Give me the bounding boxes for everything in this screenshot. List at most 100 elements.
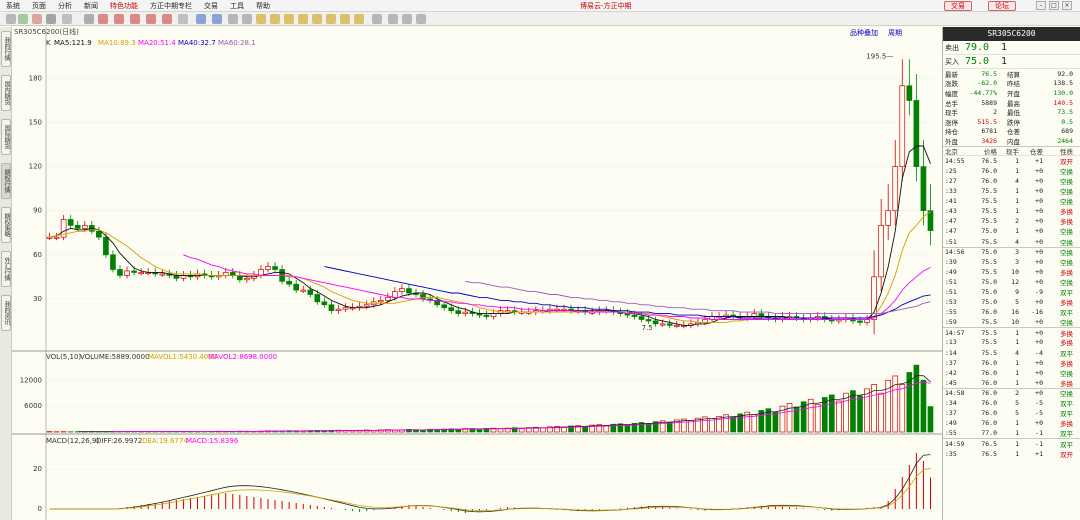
toolbar-tool-icon[interactable] [402, 14, 412, 24]
tick-row[interactable]: :47 75.0 1 +0 空换 [943, 226, 1080, 236]
toolbar-tool-icon[interactable] [46, 14, 56, 24]
forum-button[interactable]: 论坛 [988, 1, 1016, 11]
tick-row[interactable]: :37 76.0 5 -5 双平 [943, 408, 1080, 418]
toolbar-tool-icon[interactable] [18, 14, 28, 24]
tick-row[interactable]: :14 75.5 4 -4 双平 [943, 348, 1080, 358]
toolbar-tool-icon[interactable] [84, 14, 94, 24]
tick-row[interactable]: :49 76.0 1 +0 多换 [943, 418, 1080, 428]
tick-row[interactable]: 14:58 76.0 2 +0 空换 [943, 387, 1080, 398]
menu-item-7[interactable]: 工具 [224, 1, 250, 11]
tick-t: :55 [945, 429, 957, 438]
tick-row[interactable]: :45 76.0 1 +0 多换 [943, 378, 1080, 388]
toolbar-tool-icon[interactable] [130, 14, 140, 24]
tick-row[interactable]: :51 75.0 12 +0 空换 [943, 277, 1080, 287]
toolbar-tool-icon[interactable] [32, 14, 42, 24]
toolbar-tool-icon[interactable] [340, 14, 350, 24]
toolbar-tool-icon[interactable] [162, 14, 172, 24]
left-tab-0[interactable]: 我的行情 [1, 31, 11, 67]
tick-row[interactable]: :49 75.5 10 +0 多换 [943, 267, 1080, 277]
close-icon[interactable]: × [1062, 1, 1072, 10]
toolbar-tool-icon[interactable] [242, 14, 252, 24]
left-tab-4[interactable]: 期权策略 [1, 207, 11, 243]
menu-item-0[interactable]: 系统 [0, 1, 26, 11]
menu-item-5[interactable]: 方正中期专栏 [144, 1, 198, 11]
tick-row[interactable]: :43 75.5 1 +0 多换 [943, 206, 1080, 216]
candle-body [258, 269, 264, 276]
tick-row[interactable]: 14:59 76.5 1 -1 双平 [943, 438, 1080, 449]
menu-item-6[interactable]: 交易 [198, 1, 224, 11]
tick-row[interactable]: :53 75.0 5 +0 多换 [943, 297, 1080, 307]
toolbar-tool-icon[interactable] [256, 14, 266, 24]
tick-row[interactable]: 14:57 75.5 1 +0 多换 [943, 327, 1080, 338]
toolbar-tool-icon[interactable] [416, 14, 426, 24]
menu-item-1[interactable]: 页面 [26, 1, 52, 11]
tick-row[interactable]: :39 75.5 3 +0 空换 [943, 257, 1080, 267]
trade-button[interactable]: 交易 [944, 1, 972, 11]
toolbar-tool-icon[interactable] [146, 14, 156, 24]
tick-row[interactable]: :33 75.5 1 +0 空换 [943, 186, 1080, 196]
menu-item-8[interactable]: 帮助 [250, 1, 276, 11]
candle-body [920, 166, 927, 212]
left-tab-1[interactable]: 国内期货 [1, 75, 11, 111]
sell-price: 79.0 [965, 42, 990, 53]
tick-o: +0 [1035, 328, 1043, 337]
toolbar-tool-icon[interactable] [270, 14, 280, 24]
tick-row[interactable]: :37 76.0 1 +0 多换 [943, 358, 1080, 368]
tick-row[interactable]: :55 77.0 1 -1 双平 [943, 428, 1080, 438]
toolbar-tool-icon[interactable] [228, 14, 238, 24]
stat-row: 总手 5889 最高 140.5 [943, 98, 1080, 108]
candle-body [892, 166, 899, 212]
tick-row[interactable]: :13 75.5 1 +0 多换 [943, 337, 1080, 347]
toolbar-tool-icon[interactable] [114, 14, 124, 24]
toolbar-tool-icon[interactable] [212, 14, 222, 24]
tick-t: :51 [945, 288, 957, 297]
tick-row[interactable]: :25 76.0 1 +0 空换 [943, 166, 1080, 176]
tick-row[interactable]: :34 76.0 5 -5 双平 [943, 398, 1080, 408]
tick-row[interactable]: :55 76.0 16 -16 双平 [943, 307, 1080, 317]
buy-row[interactable]: 买入 75.0 1 [943, 55, 1080, 69]
stat-v2: 138.5 [1053, 79, 1073, 88]
toolbar-tool-icon[interactable] [178, 14, 188, 24]
tick-v: 4 [1015, 348, 1019, 357]
maximize-icon[interactable]: □ [1049, 1, 1059, 10]
toolbar-tool-icon[interactable] [196, 14, 206, 24]
tick-p: 76.0 [981, 409, 997, 418]
tick-row[interactable]: :42 76.0 1 +0 空换 [943, 368, 1080, 378]
tick-row[interactable]: :51 75.0 9 -9 双平 [943, 287, 1080, 297]
toolbar-tool-icon[interactable] [284, 14, 294, 24]
sell-row[interactable]: 卖出 79.0 1 [943, 41, 1080, 55]
tick-row[interactable]: :51 75.5 4 +0 空换 [943, 237, 1080, 247]
tick-list[interactable]: 14:55 76.5 1 +1 双开:25 76.0 1 +0 空换:27 76.0 4 +0 空换:3… [943, 156, 1080, 459]
candle-body [229, 272, 236, 276]
stat-l2: 内盘 [1007, 137, 1020, 146]
tick-row[interactable]: :59 75.5 10 +0 空换 [943, 317, 1080, 327]
minimize-icon[interactable]: – [1036, 1, 1046, 10]
tick-row[interactable]: 14:55 76.5 1 +1 双开 [943, 156, 1080, 166]
chart-svg[interactable]: SR305C6200(日线) 品种叠加 周期K MA5:121.9 MA10:89.3 M… [12, 27, 942, 520]
tick-row[interactable]: :41 75.5 1 +0 空换 [943, 196, 1080, 206]
stat-v1: 5889 [981, 98, 997, 107]
tick-row[interactable]: 14:56 75.0 3 +0 空换 [943, 246, 1080, 257]
left-tab-3[interactable]: 期权行情 [1, 163, 11, 199]
menu-item-4[interactable]: 特色功能 [104, 1, 144, 11]
toolbar-tool-icon[interactable] [372, 14, 382, 24]
toolbar-tool-icon[interactable] [62, 14, 72, 24]
left-tab-6[interactable]: 我的资讯 [1, 295, 11, 331]
sell-label: 卖出 [945, 43, 959, 52]
toolbar-tool-icon[interactable] [6, 14, 16, 24]
toolbar-tool-icon[interactable] [298, 14, 308, 24]
left-tab-5[interactable]: 外汇行情 [1, 251, 11, 287]
menu-item-3[interactable]: 新闻 [78, 1, 104, 11]
tick-row[interactable]: :47 75.5 2 +0 多换 [943, 216, 1080, 226]
toolbar-tool-icon[interactable] [326, 14, 336, 24]
left-tab-2[interactable]: 国际期货 [1, 119, 11, 155]
toolbar-tool-icon[interactable] [354, 14, 364, 24]
menu-item-2[interactable]: 分析 [52, 1, 78, 11]
tick-row[interactable]: :27 76.0 4 +0 空换 [943, 176, 1080, 186]
tick-row[interactable]: :35 76.5 1 +1 双开 [943, 448, 1080, 459]
chart-area[interactable]: SR305C6200(日线) 品种叠加 周期 K MA5:121.9 MA10:89.3 M… [12, 27, 942, 520]
toolbar-tool-icon[interactable] [388, 14, 398, 24]
tick-p: 75.5 [981, 257, 997, 266]
toolbar-tool-icon[interactable] [98, 14, 108, 24]
toolbar-tool-icon[interactable] [312, 14, 322, 24]
